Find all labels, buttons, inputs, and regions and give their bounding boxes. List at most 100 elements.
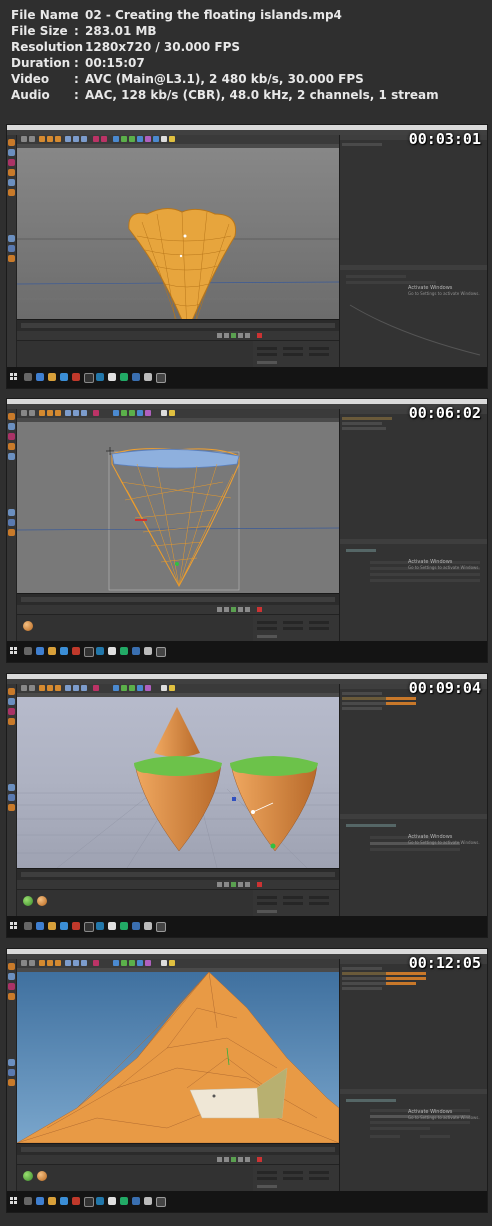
mode-icon[interactable] (8, 189, 15, 196)
light-icon[interactable] (169, 960, 175, 966)
record-button[interactable] (257, 882, 262, 887)
coord-field[interactable] (309, 621, 329, 624)
scale-icon[interactable] (47, 685, 53, 691)
nurbs-icon[interactable] (129, 136, 135, 142)
edge-icon[interactable] (36, 1197, 44, 1205)
viewport-scene[interactable] (17, 693, 339, 868)
mode-icon[interactable] (8, 255, 15, 262)
coord-field[interactable] (257, 902, 277, 905)
playback-controls[interactable] (17, 331, 339, 340)
next-frame-button[interactable] (238, 882, 243, 887)
tag-icons[interactable] (386, 697, 416, 700)
viewport[interactable] (17, 693, 339, 868)
prev-frame-button[interactable] (224, 882, 229, 887)
mode-icon[interactable] (8, 159, 15, 166)
coord-field[interactable] (257, 627, 277, 630)
coord-field[interactable] (309, 627, 329, 630)
scale-icon[interactable] (47, 136, 53, 142)
app-icon[interactable] (60, 373, 68, 381)
y-axis-icon[interactable] (73, 136, 79, 142)
record-button[interactable] (257, 607, 262, 612)
main-toolbar[interactable] (17, 409, 339, 418)
x-axis-icon[interactable] (65, 410, 71, 416)
x-axis-icon[interactable] (65, 960, 71, 966)
object-row[interactable] (342, 707, 382, 710)
attribute-field[interactable] (420, 1135, 450, 1138)
mode-icon[interactable] (8, 1059, 15, 1066)
array-icon[interactable] (137, 410, 143, 416)
coordinate-manager[interactable] (253, 614, 339, 642)
object-row[interactable] (342, 692, 382, 695)
next-frame-button[interactable] (238, 333, 243, 338)
mode-icon[interactable] (8, 169, 15, 176)
z-axis-icon[interactable] (81, 685, 87, 691)
attribute-manager-header[interactable] (340, 814, 487, 819)
cube-icon[interactable] (113, 410, 119, 416)
tag-icons[interactable] (386, 972, 426, 975)
coord-field[interactable] (283, 902, 303, 905)
first-frame-button[interactable] (217, 882, 222, 887)
timeline-track[interactable] (21, 323, 335, 328)
app-icon[interactable] (156, 373, 166, 383)
playback-controls[interactable] (17, 1155, 339, 1164)
spline-icon[interactable] (121, 410, 127, 416)
attribute-tab[interactable] (346, 824, 396, 827)
deformer-icon[interactable] (145, 136, 151, 142)
deformer-icon[interactable] (145, 685, 151, 691)
coordinate-manager[interactable] (253, 1164, 339, 1192)
coord-field[interactable] (283, 896, 303, 899)
redo-icon[interactable] (29, 410, 35, 416)
coord-field[interactable] (309, 347, 329, 350)
material-ball-icon[interactable] (23, 896, 33, 906)
coord-field[interactable] (283, 347, 303, 350)
mode-icon[interactable] (8, 993, 15, 1000)
cinema4d-icon[interactable] (132, 373, 140, 381)
move-icon[interactable] (39, 136, 45, 142)
app-icon[interactable] (84, 647, 94, 657)
cube-icon[interactable] (113, 136, 119, 142)
viewport[interactable] (17, 418, 339, 593)
coord-field[interactable] (309, 1177, 329, 1180)
left-toolbar[interactable] (7, 135, 17, 367)
app-icon[interactable] (96, 1197, 104, 1205)
play-button[interactable] (231, 1157, 236, 1162)
object-row[interactable] (342, 143, 382, 146)
cinema4d-icon[interactable] (132, 1197, 140, 1205)
attribute-tab[interactable] (346, 1099, 396, 1102)
attribute-manager-header[interactable] (340, 265, 487, 270)
rotate-icon[interactable] (55, 685, 61, 691)
right-panel[interactable]: Activate Windows Go to Settings to activ… (339, 409, 487, 641)
windows-taskbar[interactable] (7, 1191, 487, 1212)
mode-icon[interactable] (8, 413, 15, 420)
render-icon[interactable] (93, 960, 99, 966)
right-panel[interactable]: Activate Windows Go to Settings to activ… (339, 135, 487, 367)
app-icon[interactable] (72, 647, 80, 655)
object-row[interactable] (342, 987, 382, 990)
object-row[interactable] (342, 967, 382, 970)
app-icon[interactable] (72, 922, 80, 930)
coord-field[interactable] (283, 621, 303, 624)
explorer-icon[interactable] (48, 1197, 56, 1205)
mode-icon[interactable] (8, 529, 15, 536)
right-panel[interactable]: Activate Windows Go to Settings to activ… (339, 959, 487, 1191)
attribute-field[interactable] (346, 281, 436, 284)
nurbs-icon[interactable] (129, 960, 135, 966)
z-axis-icon[interactable] (81, 410, 87, 416)
mode-icon[interactable] (8, 718, 15, 725)
windows-taskbar[interactable] (7, 641, 487, 662)
coord-field[interactable] (309, 1171, 329, 1174)
nurbs-icon[interactable] (129, 410, 135, 416)
timeline-track[interactable] (21, 1147, 335, 1152)
mode-icon[interactable] (8, 179, 15, 186)
mode-icon[interactable] (8, 963, 15, 970)
prev-frame-button[interactable] (224, 333, 229, 338)
coord-field[interactable] (283, 627, 303, 630)
tag-icons[interactable] (386, 977, 426, 980)
record-button[interactable] (257, 333, 262, 338)
light-icon[interactable] (169, 136, 175, 142)
windows-taskbar[interactable] (7, 916, 487, 937)
viewport-scene[interactable] (17, 968, 339, 1143)
tag-icons[interactable] (386, 702, 416, 705)
attribute-tab[interactable] (346, 549, 376, 552)
search-icon[interactable] (24, 647, 32, 655)
